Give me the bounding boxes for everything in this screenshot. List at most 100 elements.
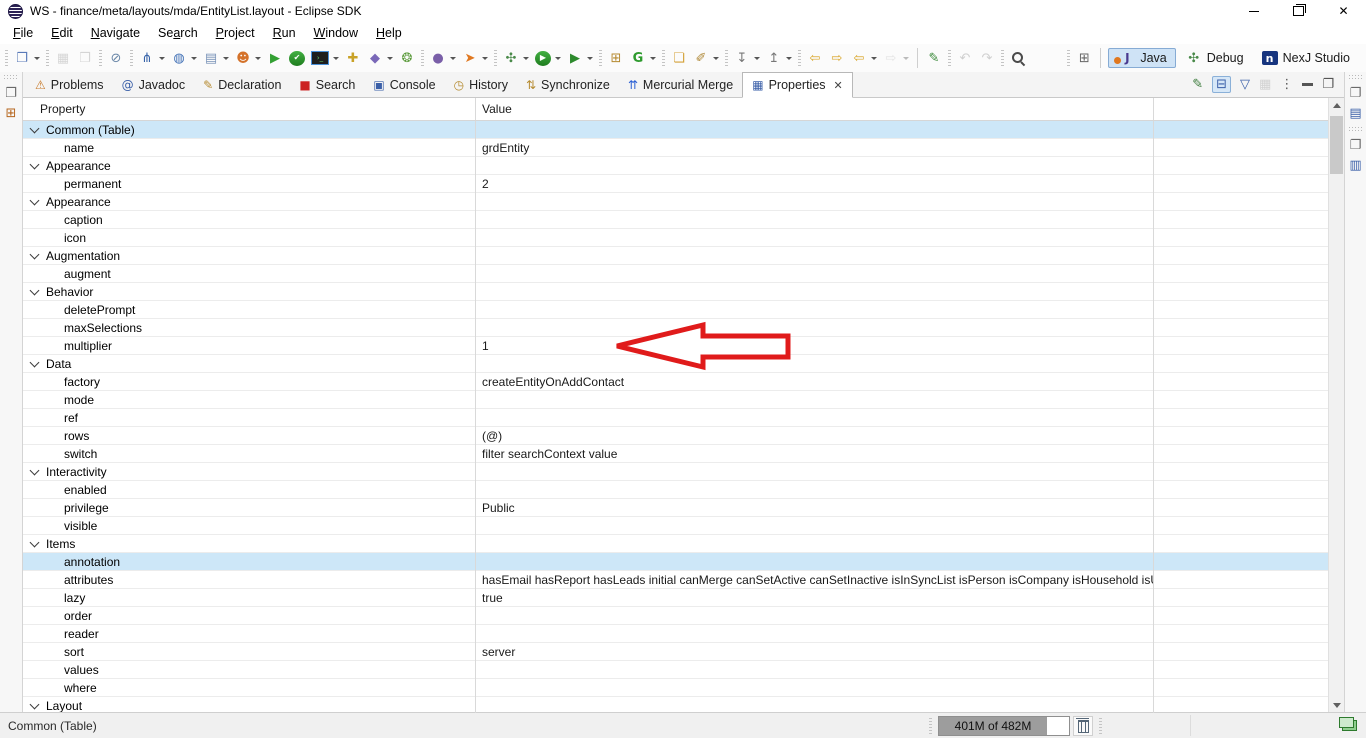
property-row[interactable]: icon	[23, 229, 1328, 247]
property-row[interactable]: deletePrompt	[23, 301, 1328, 319]
tree-mode-button[interactable]: ⊟	[1212, 76, 1231, 93]
security-shield-button[interactable]: ✚	[342, 46, 364, 70]
value-cell[interactable]	[475, 301, 1153, 318]
value-cell[interactable]: 2	[475, 175, 1153, 192]
pin-view-button[interactable]: ✎	[1192, 78, 1203, 91]
restore-view-button[interactable]: ❐	[5, 87, 17, 100]
value-cell[interactable]	[475, 535, 1153, 552]
close-button[interactable]: ✕	[1321, 0, 1366, 22]
new-wizard-button[interactable]: ❐	[11, 46, 43, 70]
category-row[interactable]: Items	[23, 535, 1328, 553]
property-row[interactable]: caption	[23, 211, 1328, 229]
validate-button[interactable]: ✔	[286, 46, 308, 70]
property-row[interactable]: switchfilter searchContext value	[23, 445, 1328, 463]
menu-edit[interactable]: Edit	[42, 24, 82, 42]
purple-run-button[interactable]: ●	[427, 46, 459, 70]
dropdown-arrow-icon[interactable]	[191, 57, 197, 60]
dropdown-arrow-icon[interactable]	[523, 57, 529, 60]
profiler-button[interactable]: ➤	[459, 46, 491, 70]
next-annotation-button[interactable]: ↧	[731, 46, 763, 70]
property-row[interactable]: permanent2	[23, 175, 1328, 193]
previous-annotation-button[interactable]: ↥	[763, 46, 795, 70]
menu-project[interactable]: Project	[207, 24, 264, 42]
property-row[interactable]: where	[23, 679, 1328, 697]
grip-handle[interactable]	[4, 75, 18, 80]
garbage-collect-button[interactable]	[1073, 716, 1093, 736]
restore-view-button[interactable]: ❐	[1350, 139, 1362, 152]
chevron-down-icon[interactable]	[30, 159, 40, 169]
grip-handle[interactable]	[929, 718, 932, 734]
property-row[interactable]: factorycreateEntityOnAddContact	[23, 373, 1328, 391]
dropdown-arrow-icon[interactable]	[482, 57, 488, 60]
dropdown-arrow-icon[interactable]	[159, 57, 165, 60]
database-tools-button[interactable]: ▤	[200, 46, 232, 70]
value-cell[interactable]	[475, 319, 1153, 336]
chevron-down-icon[interactable]	[30, 537, 40, 547]
property-row[interactable]: order	[23, 607, 1328, 625]
outline-view-button[interactable]: ▤	[1349, 107, 1361, 120]
grip-handle[interactable]	[1099, 718, 1102, 734]
dropdown-arrow-icon[interactable]	[903, 57, 909, 60]
property-row[interactable]: namegrdEntity	[23, 139, 1328, 157]
category-row[interactable]: Augmentation	[23, 247, 1328, 265]
tab-mercurial-merge[interactable]: ⇈Mercurial Merge	[619, 72, 742, 97]
mda-model-view-button[interactable]: ⊞	[6, 107, 17, 120]
property-row[interactable]: rows(@)	[23, 427, 1328, 445]
value-cell[interactable]	[475, 247, 1153, 264]
dropdown-arrow-icon[interactable]	[871, 57, 877, 60]
value-cell[interactable]	[475, 661, 1153, 678]
link-with-editor-button[interactable]: ✎	[923, 46, 945, 70]
dropdown-arrow-icon[interactable]	[255, 57, 261, 60]
grip-handle[interactable]	[1349, 127, 1363, 132]
menu-window[interactable]: Window	[305, 24, 367, 42]
value-cell[interactable]	[475, 121, 1153, 138]
start-server-button[interactable]: ▶	[264, 46, 286, 70]
value-cell[interactable]	[475, 211, 1153, 228]
property-row[interactable]: privilegePublic	[23, 499, 1328, 517]
chevron-down-icon[interactable]	[30, 285, 40, 295]
open-console-button[interactable]: ›_	[308, 46, 342, 70]
value-cell[interactable]	[475, 463, 1153, 480]
tab-problems[interactable]: ⚠Problems	[26, 72, 113, 97]
maximize-view-button[interactable]: ❐	[1322, 78, 1334, 91]
run-wand-button[interactable]: ✐	[690, 46, 722, 70]
restore-default-value-button[interactable]: ▦	[1259, 78, 1271, 91]
property-row[interactable]: attributeshasEmail hasReport hasLeads in…	[23, 571, 1328, 589]
perspective-debug[interactable]: ✣Debug	[1178, 49, 1252, 67]
restore-view-button[interactable]: ❐	[1350, 87, 1362, 100]
maximize-button[interactable]	[1276, 0, 1321, 22]
value-cell[interactable]: grdEntity	[475, 139, 1153, 156]
value-cell[interactable]	[475, 607, 1153, 624]
run-as-user-button[interactable]: ☻	[232, 46, 264, 70]
dropdown-arrow-icon[interactable]	[650, 57, 656, 60]
stacked-windows-icon[interactable]	[1342, 720, 1357, 731]
publish-globe-button[interactable]: ◍	[168, 46, 200, 70]
minimize-view-button[interactable]	[1302, 83, 1313, 86]
scrollbar-thumb[interactable]	[1330, 116, 1343, 174]
scroll-up-button[interactable]	[1329, 98, 1344, 113]
category-row[interactable]: Behavior	[23, 283, 1328, 301]
value-cell[interactable]: 1	[475, 337, 1153, 354]
tab-properties[interactable]: ▦Properties✕	[742, 72, 853, 98]
new-java-project-button[interactable]: ⊞	[605, 46, 627, 70]
value-cell[interactable]	[475, 283, 1153, 300]
dropdown-arrow-icon[interactable]	[333, 57, 339, 60]
column-header-property[interactable]: Property	[23, 102, 475, 116]
value-cell[interactable]: hasEmail hasReport hasLeads initial canM…	[475, 571, 1153, 588]
tab-javadoc[interactable]: @Javadoc	[113, 72, 195, 97]
property-row[interactable]: augment	[23, 265, 1328, 283]
category-row[interactable]: Appearance	[23, 157, 1328, 175]
column-header-value[interactable]: Value	[475, 102, 512, 116]
dropdown-arrow-icon[interactable]	[754, 57, 760, 60]
open-perspective-button[interactable]: ⊞	[1073, 46, 1095, 70]
filter-button[interactable]: ▽	[1240, 78, 1250, 91]
save-all-button[interactable]: ❒	[74, 46, 96, 70]
value-cell[interactable]	[475, 481, 1153, 498]
chevron-down-icon[interactable]	[30, 195, 40, 205]
menu-search[interactable]: Search	[149, 24, 207, 42]
dropdown-arrow-icon[interactable]	[34, 57, 40, 60]
forward-history-button[interactable]: ⇨	[880, 46, 912, 70]
debug-button[interactable]: ✣	[500, 46, 532, 70]
bug-button[interactable]: ❂	[396, 46, 418, 70]
dropdown-arrow-icon[interactable]	[223, 57, 229, 60]
